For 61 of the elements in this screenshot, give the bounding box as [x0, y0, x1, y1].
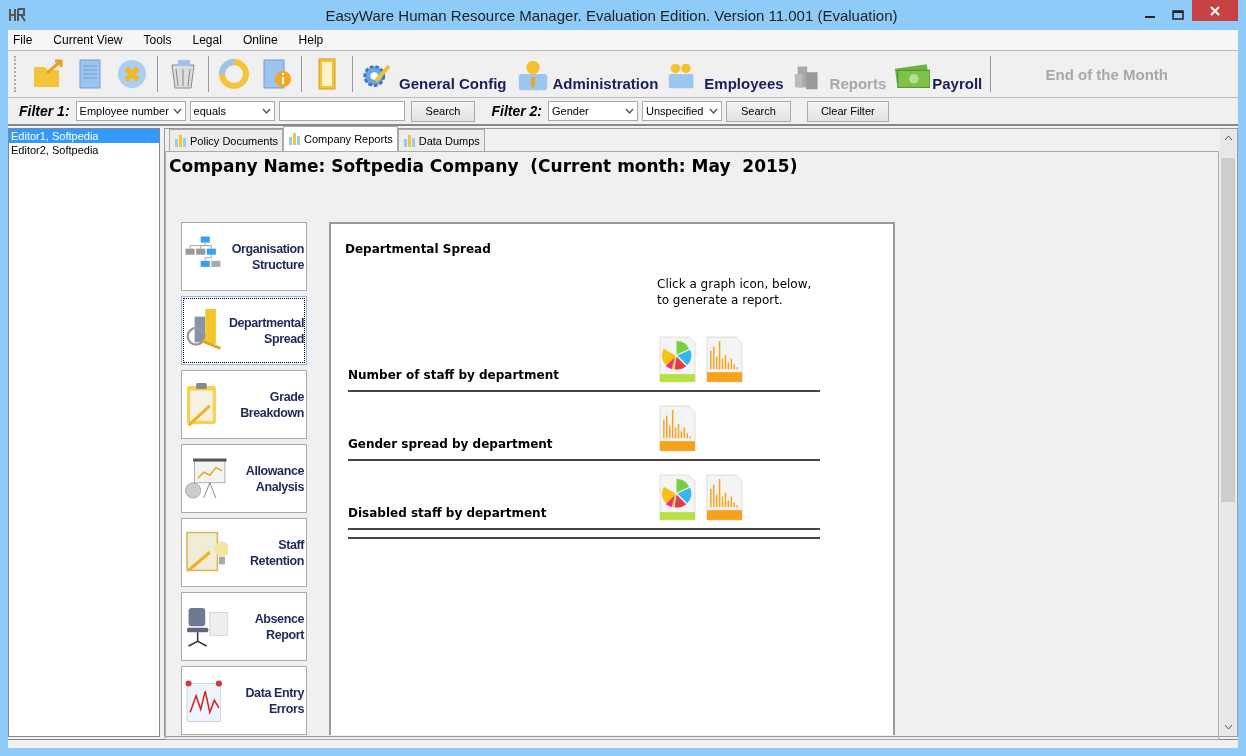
cancel-icon[interactable]: [115, 57, 149, 91]
tab[interactable]: Policy Documents: [169, 129, 284, 151]
pie-chart-icon[interactable]: [659, 474, 696, 521]
scrollbar[interactable]: [1220, 129, 1236, 736]
pie-chart-icon[interactable]: [659, 336, 696, 383]
app-icon: [9, 8, 27, 22]
presentation-icon: [184, 456, 228, 501]
caret-icon: [172, 108, 182, 114]
menu-item[interactable]: Current View: [48, 33, 130, 47]
search-button[interactable]: Search: [410, 100, 476, 122]
filter-input-field[interactable]: [278, 101, 405, 121]
sidebar-item[interactable]: Editor2, Softpedia: [9, 143, 159, 157]
toolbar-button[interactable]: Administration: [510, 56, 663, 92]
report-category-button[interactable]: Staff Retention: [181, 518, 307, 587]
report-label: Number of staff by department: [348, 368, 560, 382]
report-label: Gender spread by department: [348, 437, 554, 451]
filter-label: Filter 1:: [19, 103, 70, 119]
bar-chart-icon[interactable]: [659, 405, 696, 452]
hint-text: Click a graph icon, below, to generate a report.: [657, 276, 812, 308]
company-heading: Company Name: Softpedia Company (Current month: May 2015): [169, 156, 799, 176]
menu-item[interactable]: Legal: [187, 33, 229, 47]
caret-icon: [709, 108, 718, 114]
panel-title: Departmental Spread: [345, 242, 492, 256]
report-category-button[interactable]: Organisation Structure: [181, 222, 307, 291]
toolbar-button[interactable]: General Config: [357, 56, 511, 92]
field-dropdown[interactable]: Employee number: [75, 101, 186, 121]
close-icon: [1210, 5, 1220, 16]
maximize-icon: [1172, 10, 1184, 20]
menu-item[interactable]: Online: [237, 33, 285, 47]
close-button[interactable]: [1192, 0, 1238, 21]
bar-chart-icon[interactable]: [706, 336, 743, 383]
menu-item[interactable]: Help: [293, 33, 331, 47]
report-category-button[interactable]: Grade Breakdown: [181, 370, 307, 439]
operator-dropdown[interactable]: Unspecified: [642, 101, 722, 121]
menu-item[interactable]: File: [8, 33, 40, 47]
operator-dropdown[interactable]: equals: [189, 101, 275, 121]
bar-chart-icon: [174, 133, 187, 148]
toolbar-button[interactable]: Payroll: [890, 56, 987, 92]
notebook-icon: [184, 530, 228, 575]
report-category-button[interactable]: Data Entry Errors: [181, 666, 307, 735]
field-dropdown[interactable]: Gender: [548, 101, 638, 121]
ring-icon[interactable]: [217, 57, 251, 91]
report-category-button[interactable]: Allowance Analysis: [181, 444, 307, 513]
search-button[interactable]: Search: [726, 100, 791, 122]
tab[interactable]: Company Reports: [283, 126, 398, 151]
clear-filter-button[interactable]: Clear Filter: [806, 100, 889, 122]
report-category-button[interactable]: Departmental Spread: [181, 296, 307, 365]
filter-label: Filter 2:: [491, 103, 542, 119]
scroll-down-icon[interactable]: [1223, 724, 1233, 730]
report-label: Disabled staff by department: [348, 506, 548, 520]
report-category-button[interactable]: Absence Report: [181, 592, 307, 661]
bar-chart-icon: [402, 133, 416, 148]
scroll-up-icon[interactable]: [1223, 135, 1233, 141]
menu-item[interactable]: Tools: [138, 33, 179, 47]
window-title: EasyWare Human Resource Manager. Evaluation Edition. Version 11.001 (Evaluation): [324, 6, 899, 24]
caret-icon: [625, 108, 634, 114]
caret-icon: [261, 108, 271, 114]
bar-chart-icon[interactable]: [706, 474, 743, 521]
bar-chart-icon: [288, 132, 302, 146]
toolbar-button[interactable]: Employees: [662, 56, 788, 92]
tab[interactable]: Data Dumps: [397, 129, 485, 151]
